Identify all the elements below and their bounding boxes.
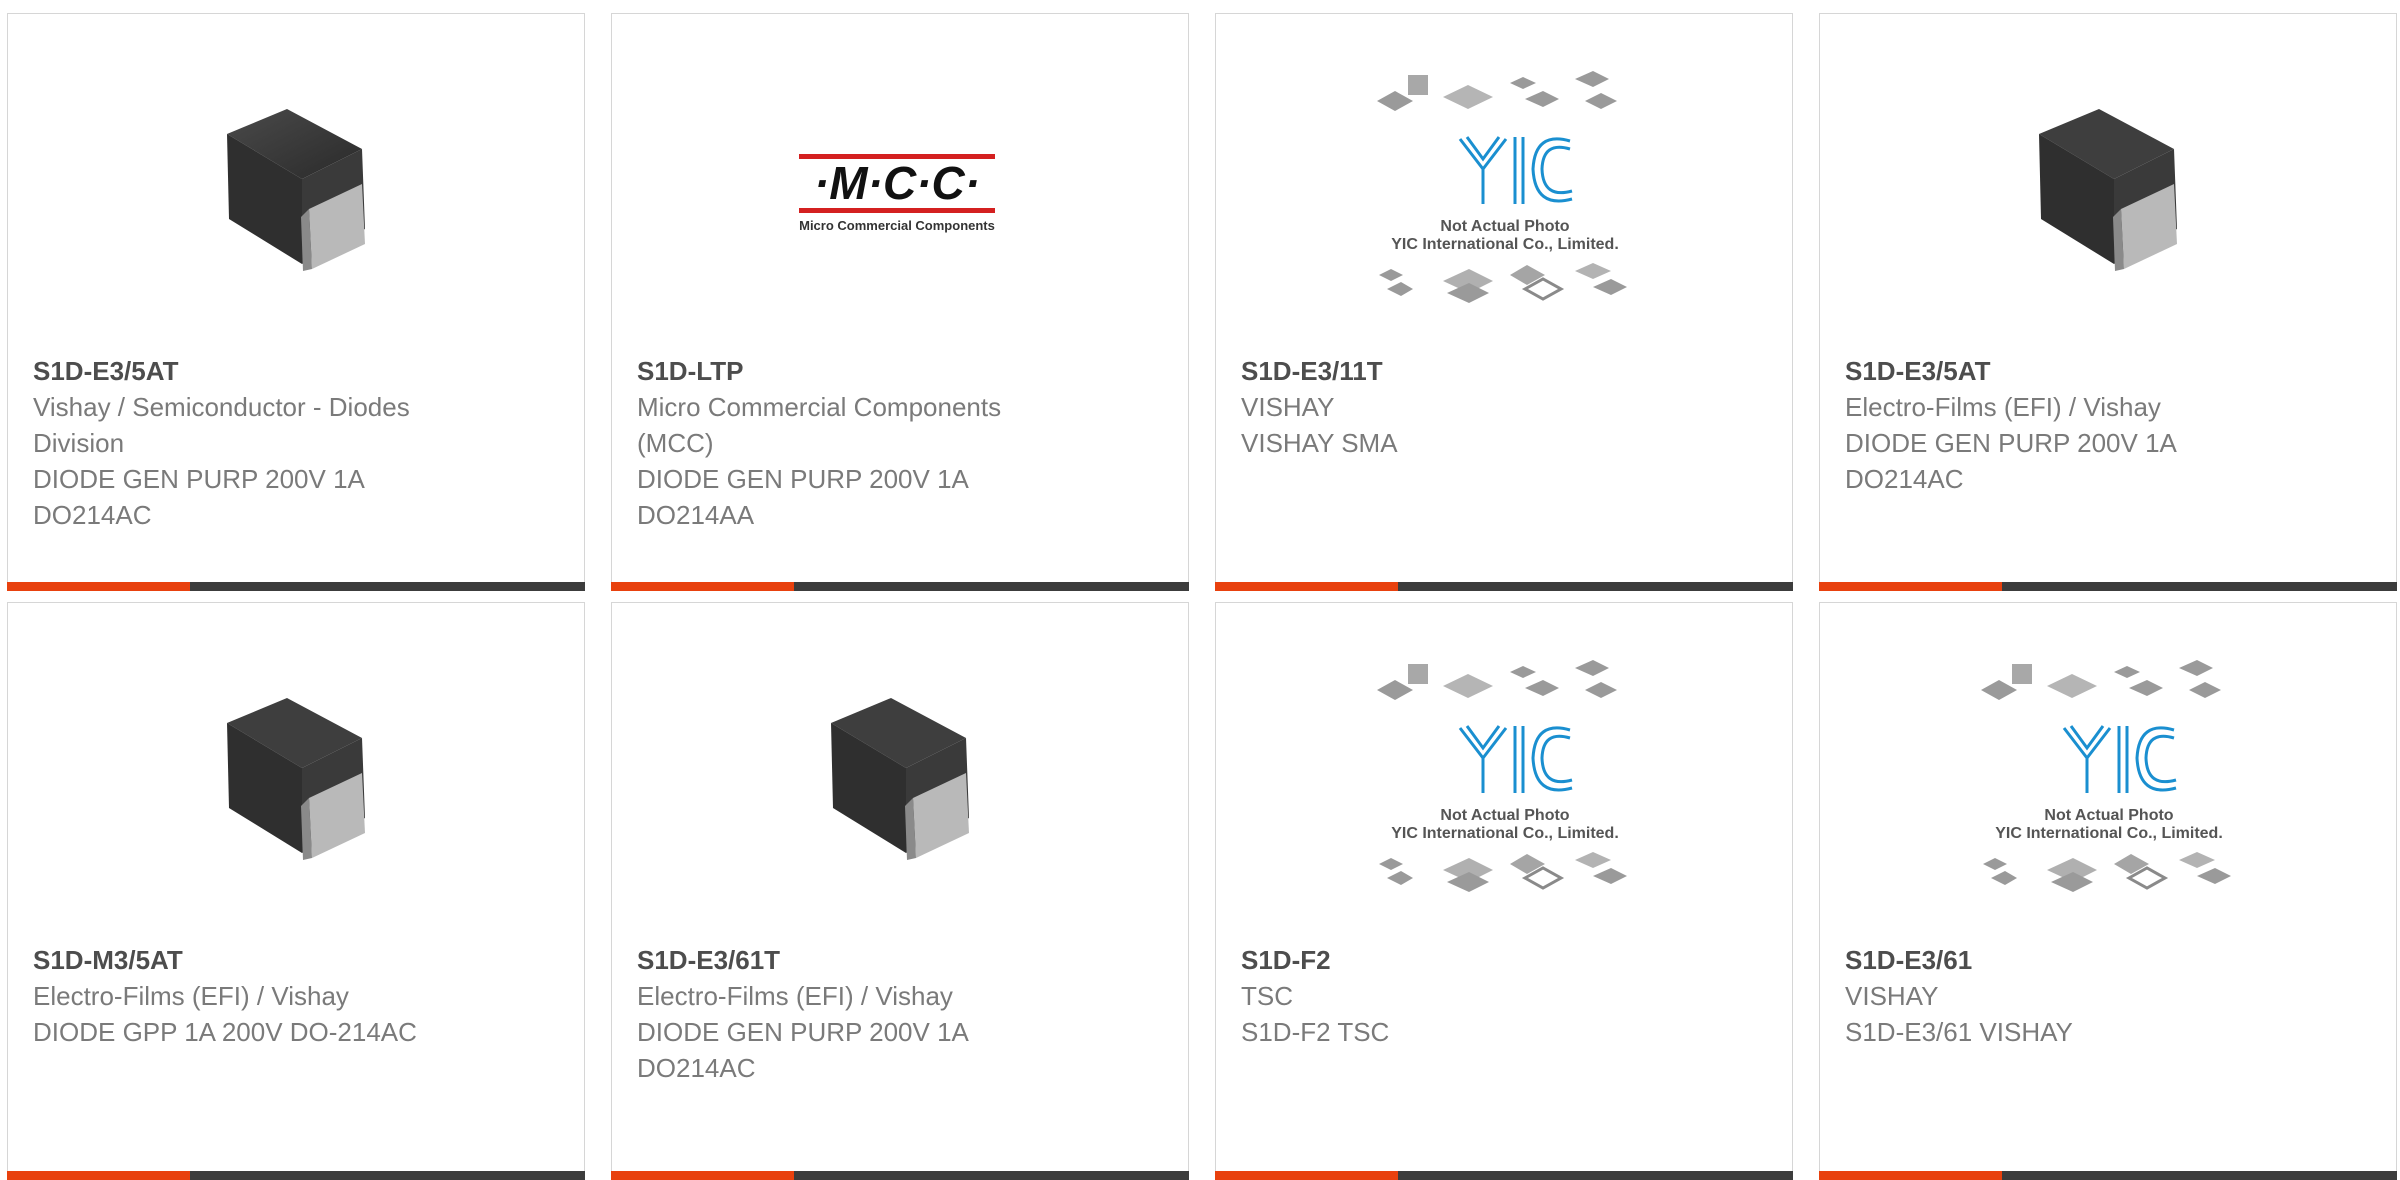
yic-placeholder-image: Not Actual Photo YIC International Co., … — [1377, 71, 1627, 303]
product-card[interactable]: ·M·C·C· Micro Commercial Components S1D-… — [611, 13, 1189, 591]
placeholder-caption-line2: YIC International Co., Limited. — [1995, 825, 2223, 842]
product-thumbnail[interactable] — [612, 658, 1190, 898]
card-bottom-bar — [611, 1171, 1189, 1180]
product-card[interactable]: S1D-M3/5AT Electro-Films (EFI) / Vishay … — [7, 602, 585, 1180]
product-card[interactable]: Not Actual Photo YIC International Co., … — [1215, 602, 1793, 1180]
product-info: S1D-LTP Micro Commercial Components (MCC… — [637, 353, 1107, 533]
product-thumbnail[interactable]: Not Actual Photo YIC International Co., … — [1216, 69, 1794, 309]
product-thumbnail[interactable] — [8, 69, 586, 309]
diode-package-icon — [227, 698, 365, 860]
product-info: S1D-F2 TSC S1D-F2 TSC — [1241, 942, 1711, 1050]
part-number[interactable]: S1D-F2 — [1241, 942, 1711, 978]
part-number[interactable]: S1D-LTP — [637, 353, 1107, 389]
manufacturer-cont: Division — [33, 428, 125, 458]
part-number[interactable]: S1D-E3/61T — [637, 942, 1107, 978]
part-number[interactable]: S1D-E3/61 — [1845, 942, 2315, 978]
package: DO214AC — [1845, 464, 1964, 494]
part-number[interactable]: S1D-M3/5AT — [33, 942, 503, 978]
manufacturer: Micro Commercial Components — [637, 392, 1002, 422]
description: VISHAY SMA — [1241, 428, 1398, 458]
card-accent-bar — [611, 1171, 794, 1180]
description: DIODE GEN PURP 200V 1A — [1845, 428, 2177, 458]
card-accent-bar — [1215, 582, 1398, 591]
description: DIODE GEN PURP 200V 1A — [637, 1017, 969, 1047]
description: DIODE GEN PURP 200V 1A — [637, 464, 969, 494]
card-accent-bar — [7, 582, 190, 591]
product-card[interactable]: S1D-E3/5AT Electro-Films (EFI) / Vishay … — [1819, 13, 2397, 591]
card-bottom-bar — [611, 582, 1189, 591]
product-grid: S1D-E3/5AT Vishay / Semiconductor - Diod… — [0, 0, 2400, 1180]
description: DIODE GPP 1A 200V DO-214AC — [33, 1017, 417, 1047]
card-bottom-bar — [7, 1171, 585, 1180]
card-bottom-bar — [7, 582, 585, 591]
manufacturer: Electro-Films (EFI) / Vishay — [33, 981, 349, 1011]
manufacturer: VISHAY — [1241, 392, 1335, 422]
part-number[interactable]: S1D-E3/5AT — [1845, 353, 2315, 389]
placeholder-caption-line1: Not Actual Photo — [1440, 218, 1569, 235]
mcc-logo-subtext: Micro Commercial Components — [799, 218, 995, 233]
card-bottom-bar — [1819, 582, 2397, 591]
yic-placeholder-image: Not Actual Photo YIC International Co., … — [1377, 660, 1627, 892]
mcc-logo-text: ·M·C·C· — [814, 157, 980, 209]
manufacturer: Vishay / Semiconductor - Diodes — [33, 392, 410, 422]
part-number[interactable]: S1D-E3/11T — [1241, 353, 1711, 389]
product-thumbnail[interactable]: Not Actual Photo YIC International Co., … — [1216, 658, 1794, 898]
product-card[interactable]: S1D-E3/61T Electro-Films (EFI) / Vishay … — [611, 602, 1189, 1180]
product-card[interactable]: Not Actual Photo YIC International Co., … — [1215, 13, 1793, 591]
manufacturer: Electro-Films (EFI) / Vishay — [637, 981, 953, 1011]
product-info: S1D-E3/5AT Vishay / Semiconductor - Diod… — [33, 353, 503, 533]
card-accent-bar — [1819, 582, 2002, 591]
product-thumbnail[interactable]: ·M·C·C· Micro Commercial Components — [612, 69, 1190, 309]
description: S1D-E3/61 VISHAY — [1845, 1017, 2073, 1047]
card-bottom-bar — [1215, 582, 1793, 591]
product-thumbnail[interactable] — [1820, 69, 2398, 309]
card-bottom-bar — [1819, 1171, 2397, 1180]
placeholder-caption-line2: YIC International Co., Limited. — [1391, 236, 1619, 253]
product-info: S1D-E3/61 VISHAY S1D-E3/61 VISHAY — [1845, 942, 2315, 1050]
diode-package-icon — [831, 698, 969, 860]
placeholder-caption-line2: YIC International Co., Limited. — [1391, 825, 1619, 842]
part-number[interactable]: S1D-E3/5AT — [33, 353, 503, 389]
manufacturer: Electro-Films (EFI) / Vishay — [1845, 392, 2161, 422]
manufacturer: VISHAY — [1845, 981, 1939, 1011]
product-info: S1D-E3/11T VISHAY VISHAY SMA — [1241, 353, 1711, 461]
description: DIODE GEN PURP 200V 1A — [33, 464, 365, 494]
diode-package-icon — [2039, 109, 2177, 271]
card-accent-bar — [7, 1171, 190, 1180]
product-thumbnail[interactable]: Not Actual Photo YIC International Co., … — [1820, 658, 2398, 898]
package: DO214AC — [33, 500, 152, 530]
card-accent-bar — [1819, 1171, 2002, 1180]
product-info: S1D-E3/61T Electro-Films (EFI) / Vishay … — [637, 942, 1107, 1086]
placeholder-caption-line1: Not Actual Photo — [2044, 807, 2173, 824]
package: DO214AC — [637, 1053, 756, 1083]
card-accent-bar — [1215, 1171, 1398, 1180]
product-info: S1D-E3/5AT Electro-Films (EFI) / Vishay … — [1845, 353, 2315, 497]
product-info: S1D-M3/5AT Electro-Films (EFI) / Vishay … — [33, 942, 503, 1050]
package: DO214AA — [637, 500, 755, 530]
diode-package-icon — [227, 109, 365, 271]
placeholder-caption-line1: Not Actual Photo — [1440, 807, 1569, 824]
mcc-logo: ·M·C·C· Micro Commercial Components — [799, 154, 995, 233]
product-thumbnail[interactable] — [8, 658, 586, 898]
product-card[interactable]: S1D-E3/5AT Vishay / Semiconductor - Diod… — [7, 13, 585, 591]
card-bottom-bar — [1215, 1171, 1793, 1180]
description: S1D-F2 TSC — [1241, 1017, 1390, 1047]
manufacturer: TSC — [1241, 981, 1293, 1011]
card-accent-bar — [611, 582, 794, 591]
manufacturer-cont: (MCC) — [637, 428, 714, 458]
product-card[interactable]: Not Actual Photo YIC International Co., … — [1819, 602, 2397, 1180]
yic-placeholder-image: Not Actual Photo YIC International Co., … — [1981, 660, 2231, 892]
